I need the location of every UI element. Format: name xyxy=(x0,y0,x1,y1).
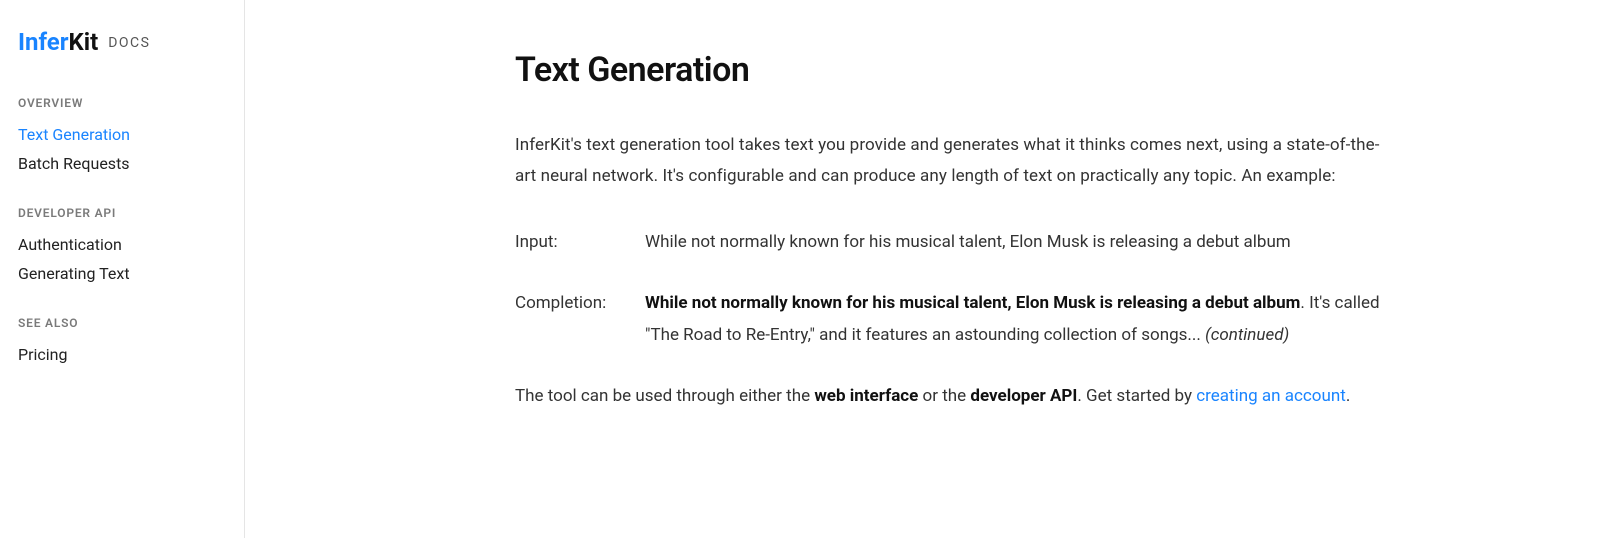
sidebar: InferKit DOCS OVERVIEW Text Generation B… xyxy=(0,0,245,538)
nav-section-developer-api: DEVELOPER API Authentication Generating … xyxy=(18,206,226,288)
footer-paragraph: The tool can be used through either the … xyxy=(515,381,1385,412)
sidebar-item-generating-text[interactable]: Generating Text xyxy=(18,259,226,288)
logo[interactable]: InferKit DOCS xyxy=(18,28,226,56)
creating-account-link[interactable]: creating an account xyxy=(1196,386,1346,406)
sidebar-item-authentication[interactable]: Authentication xyxy=(18,230,226,259)
example-completion-label: Completion: xyxy=(515,288,645,351)
example-completion-text: While not normally known for his musical… xyxy=(645,288,1385,351)
example-input-label: Input: xyxy=(515,227,645,258)
web-interface-text: web interface xyxy=(814,386,918,406)
footer-seg-3: . Get started by xyxy=(1077,386,1196,406)
footer-seg-1: The tool can be used through either the xyxy=(515,386,814,406)
footer-seg-4: . xyxy=(1346,386,1350,406)
footer-seg-2: or the xyxy=(918,386,970,406)
developer-api-link[interactable]: developer API xyxy=(970,386,1077,406)
completion-continued: (continued) xyxy=(1205,325,1289,345)
sidebar-item-text-generation[interactable]: Text Generation xyxy=(18,120,226,149)
example-input-text: While not normally known for his musical… xyxy=(645,227,1385,258)
example-completion-row: Completion: While not normally known for… xyxy=(515,288,1385,351)
page-title: Text Generation xyxy=(515,50,1385,90)
nav-section-overview: OVERVIEW Text Generation Batch Requests xyxy=(18,96,226,178)
nav-section-see-also: SEE ALSO Pricing xyxy=(18,316,226,369)
sidebar-item-pricing[interactable]: Pricing xyxy=(18,340,226,369)
nav-heading: OVERVIEW xyxy=(18,96,226,110)
completion-bold-prefix: While not normally known for his musical… xyxy=(645,293,1300,313)
main-content: Text Generation InferKit's text generati… xyxy=(245,0,1445,538)
logo-part-kit: Kit xyxy=(69,28,99,56)
example-input-row: Input: While not normally known for his … xyxy=(515,227,1385,258)
nav-heading: DEVELOPER API xyxy=(18,206,226,220)
sidebar-item-batch-requests[interactable]: Batch Requests xyxy=(18,149,226,178)
nav-heading: SEE ALSO xyxy=(18,316,226,330)
logo-docs-label: DOCS xyxy=(108,35,150,51)
intro-paragraph: InferKit's text generation tool takes te… xyxy=(515,130,1385,193)
logo-part-infer: Infer xyxy=(18,28,69,56)
